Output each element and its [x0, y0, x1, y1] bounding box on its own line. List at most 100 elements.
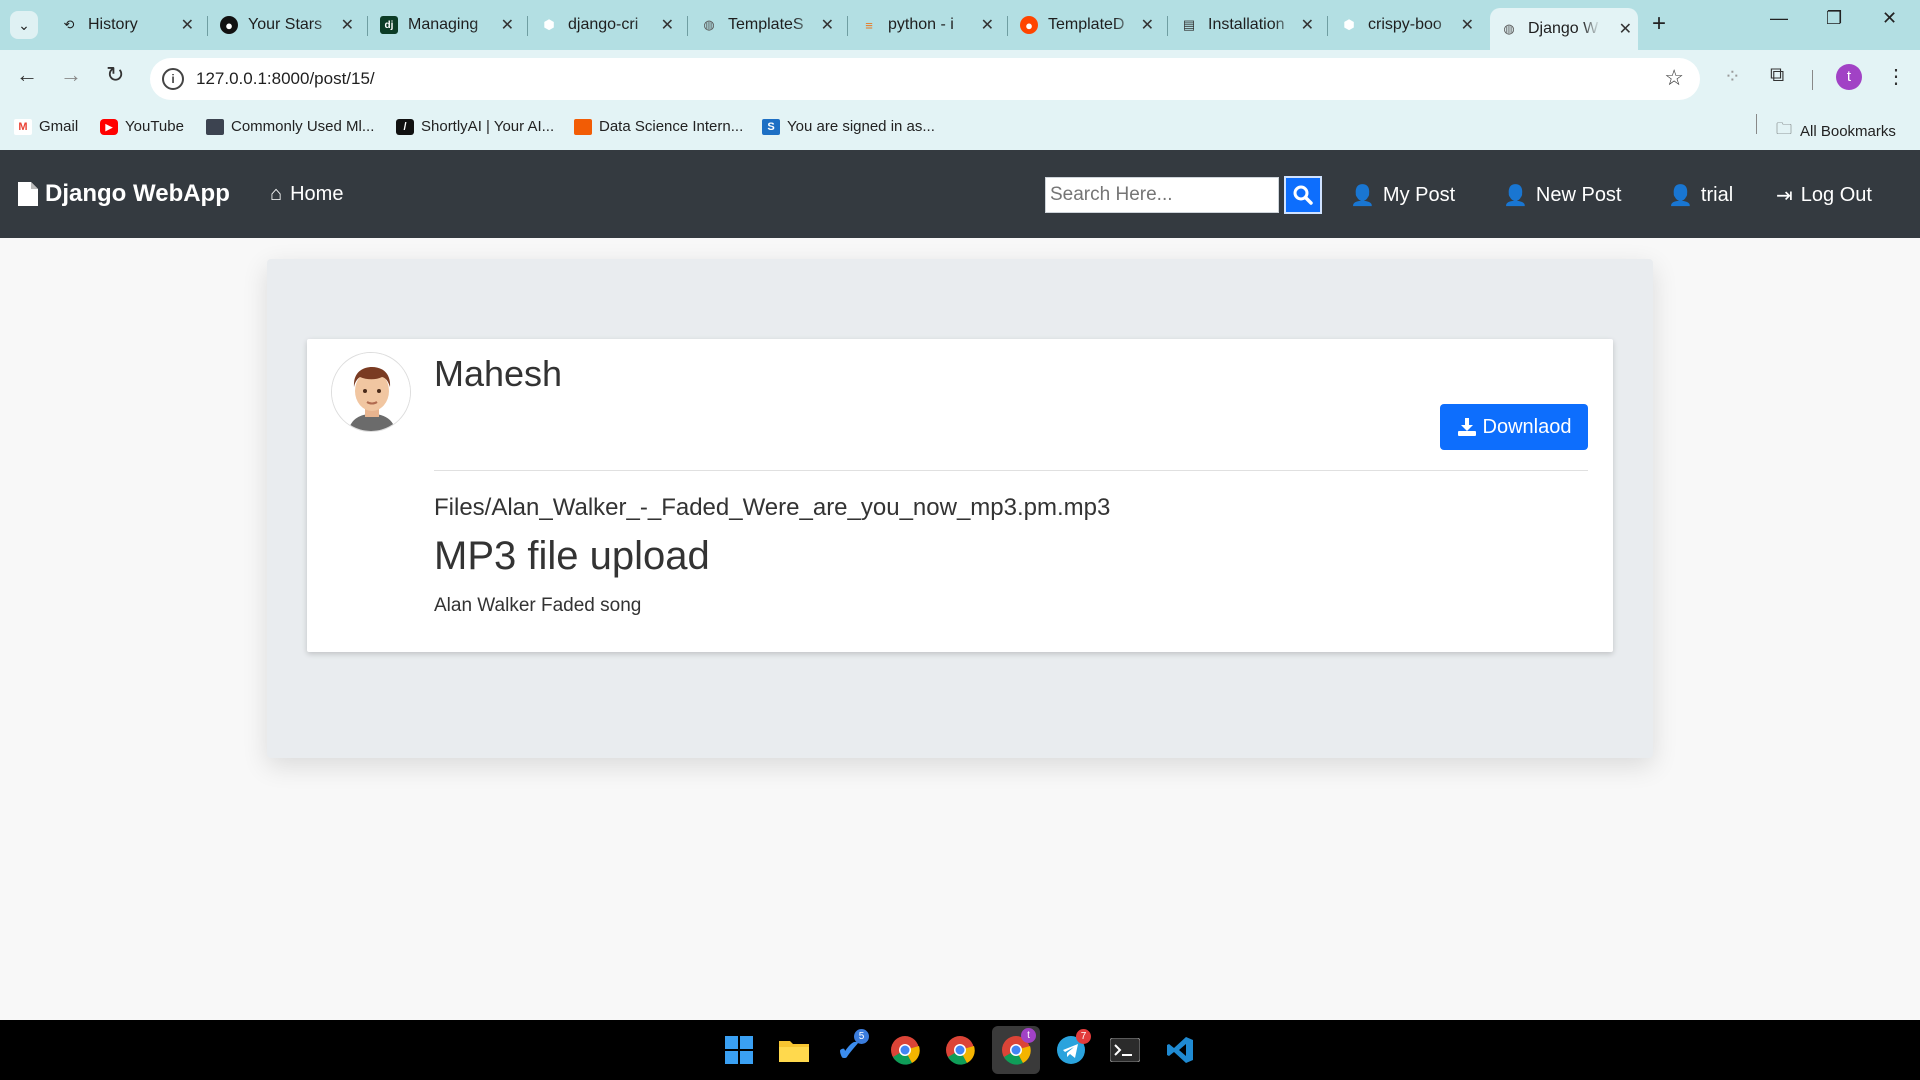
tab-history[interactable]: ⟲ History ✕ [60, 8, 200, 42]
bookmark-label: Gmail [39, 118, 79, 135]
download-button[interactable]: Downlaod [1440, 404, 1588, 450]
user-icon: 👤 [1350, 185, 1375, 207]
new-tab-button[interactable]: + [1652, 10, 1666, 38]
site-brand[interactable]: Django WebApp [18, 180, 230, 208]
close-icon[interactable]: ✕ [1461, 15, 1474, 35]
folder-icon: 🗀 [1776, 121, 1793, 138]
globe-icon: ◍ [1503, 21, 1515, 36]
all-bookmarks-label: All Bookmarks [1800, 123, 1896, 140]
bookmark-shortlyai[interactable]: / ShortlyAI | Your AI... [396, 118, 554, 135]
todo-app-button[interactable]: ✔ 5 [831, 1029, 869, 1068]
extensions-puzzle-icon[interactable]: ⧉ [1770, 64, 1784, 87]
data-science-icon [574, 118, 592, 135]
address-bar[interactable]: i 127.0.0.1:8000/post/15/ ☆ [150, 58, 1700, 100]
tab-django-crispy[interactable]: ⬢ django-cri ✕ [540, 8, 680, 42]
nav-home-label: Home [290, 183, 344, 205]
logout-icon: ⇥ [1776, 185, 1793, 207]
extension-spark-icon[interactable]: ⁘ [1724, 64, 1741, 89]
browser-tab-strip: ⌄ ⟲ History ✕ ● Your Stars ✕ dj Managing… [0, 0, 1920, 50]
windows-icon [725, 1036, 753, 1064]
vscode-icon [1167, 1037, 1193, 1063]
close-icon[interactable]: ✕ [821, 15, 834, 35]
close-icon[interactable]: ✕ [181, 15, 194, 35]
tab-title: TemplateD [1048, 16, 1125, 33]
s-icon: S [762, 118, 780, 135]
minimize-button[interactable]: — [1770, 8, 1788, 29]
file-explorer-button[interactable] [776, 1032, 812, 1068]
info-icon[interactable]: i [162, 68, 184, 90]
chrome-button[interactable] [887, 1032, 923, 1068]
cube-icon: ⬢ [1343, 17, 1355, 32]
avatar[interactable] [331, 352, 411, 432]
bookmark-label: YouTube [125, 118, 184, 135]
nav-my-post-label: My Post [1382, 184, 1456, 206]
nav-my-post[interactable]: 👤 My Post [1350, 183, 1455, 208]
post-author[interactable]: Mahesh [434, 353, 562, 395]
tab-templated[interactable]: ● TemplateD ✕ [1020, 8, 1160, 42]
close-icon[interactable]: ✕ [661, 15, 674, 35]
bookmark-signed-in[interactable]: S You are signed in as... [762, 118, 935, 135]
telegram-button[interactable]: 7 [1053, 1029, 1091, 1068]
divider [434, 470, 1588, 471]
terminal-button[interactable] [1107, 1032, 1143, 1068]
minimize-icon: — [1770, 8, 1788, 28]
reddit-icon: ● [1020, 16, 1038, 34]
chrome-profile-a-button[interactable] [942, 1032, 978, 1068]
post-card: Mahesh Downlaod Files/Alan_Walker_-_Fade… [307, 339, 1613, 652]
tab-installation[interactable]: ▤ Installation ✕ [1180, 8, 1320, 42]
tab-title: Installation [1208, 16, 1285, 33]
window-close-button[interactable]: ✕ [1882, 8, 1897, 29]
tab-search-button[interactable]: ⌄ [10, 11, 38, 39]
nav-logout[interactable]: ⇥ Log Out [1776, 183, 1872, 208]
globe-icon: ◍ [703, 17, 715, 32]
search-icon [1293, 185, 1313, 205]
django-icon: dj [380, 16, 398, 34]
author-avatar-image [332, 353, 410, 431]
tab-templates[interactable]: ◍ TemplateS ✕ [700, 8, 840, 42]
monitor-icon [206, 118, 224, 135]
all-bookmarks[interactable]: 🗀 All Bookmarks [1776, 118, 1896, 145]
search-input[interactable] [1045, 177, 1279, 213]
bookmark-data-science[interactable]: Data Science Intern... [574, 118, 743, 135]
file-path: Files/Alan_Walker_-_Faded_Were_are_you_n… [434, 494, 1111, 521]
profile-avatar[interactable]: t [1836, 64, 1862, 90]
tab-separator [1007, 16, 1008, 36]
url-text[interactable]: 127.0.0.1:8000/post/15/ [196, 69, 375, 89]
forward-button[interactable]: → [60, 62, 82, 88]
tab-separator [367, 16, 368, 36]
close-icon[interactable]: ✕ [1619, 19, 1632, 39]
tab-your-stars[interactable]: ● Your Stars ✕ [220, 8, 360, 42]
bookmark-label: Data Science Intern... [599, 118, 744, 135]
back-button[interactable]: ← [16, 62, 38, 88]
close-icon[interactable]: ✕ [501, 15, 514, 35]
bookmark-commonly-used-ml[interactable]: Commonly Used Ml... [206, 118, 374, 135]
close-icon[interactable]: ✕ [981, 15, 994, 35]
tab-django-webapp[interactable]: ◍ Django W ✕ [1490, 8, 1638, 50]
tab-title: Your Stars [248, 16, 323, 33]
bookmark-star-icon[interactable]: ☆ [1664, 65, 1684, 91]
bookmark-label: You are signed in as... [787, 118, 935, 135]
tab-crispy-bootstrap[interactable]: ⬢ crispy-boo ✕ [1340, 8, 1480, 42]
chrome-active-button[interactable]: t [992, 1026, 1040, 1074]
menu-kebab-icon[interactable]: ⋮ [1886, 64, 1906, 89]
bookmark-gmail[interactable]: M Gmail [14, 118, 78, 135]
restore-button[interactable]: ❐ [1826, 8, 1842, 29]
close-icon[interactable]: ✕ [1301, 15, 1314, 35]
nav-home[interactable]: ⌂ Home [270, 183, 343, 206]
gmail-icon: M [14, 118, 32, 135]
close-icon[interactable]: ✕ [1141, 15, 1154, 35]
tab-managing[interactable]: dj Managing ✕ [380, 8, 520, 42]
bookmark-label: Commonly Used Ml... [231, 118, 375, 135]
nav-user[interactable]: 👤 trial [1668, 183, 1733, 208]
tab-python[interactable]: ≡ python - i ✕ [860, 8, 1000, 42]
tab-title: Managing [408, 16, 479, 33]
bookmark-youtube[interactable]: ▶ YouTube [100, 118, 184, 135]
vscode-button[interactable] [1162, 1032, 1198, 1068]
file-icon [18, 182, 38, 206]
reload-button[interactable]: ↻ [106, 62, 124, 88]
windows-start-button[interactable] [721, 1032, 757, 1068]
nav-new-post[interactable]: 👤 New Post [1503, 183, 1622, 208]
search-button[interactable] [1284, 176, 1322, 214]
close-icon[interactable]: ✕ [341, 15, 354, 35]
tab-separator [847, 16, 848, 36]
